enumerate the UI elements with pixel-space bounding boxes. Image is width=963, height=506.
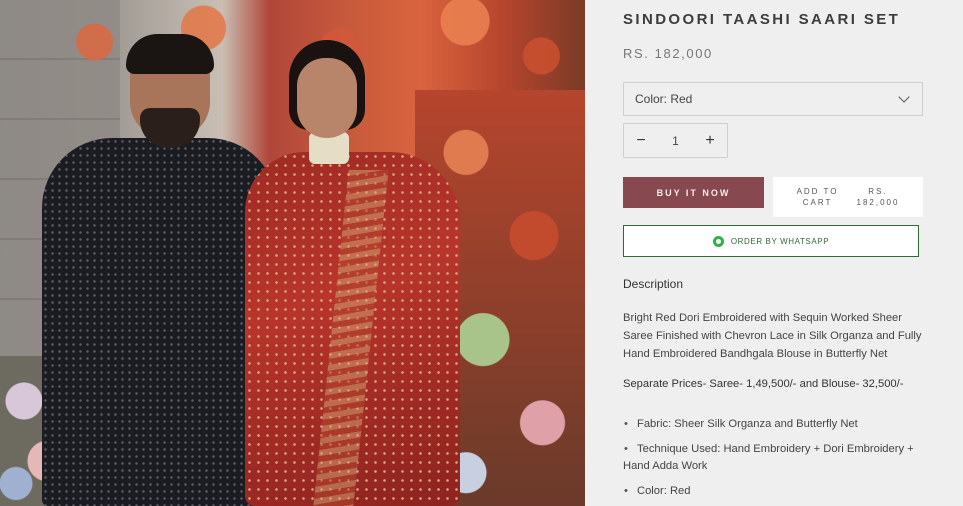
quantity-increase-button[interactable]: + [693,124,727,157]
chevron-down-icon [898,91,910,103]
add-to-cart-price: RS. 182,000 [857,186,900,208]
add-to-cart-label-line2: CART [802,198,833,207]
whatsapp-button-label: ORDER BY WHATSAPP [730,236,830,246]
list-item: Technique Used: Hand Embroidery + Dori E… [623,441,923,475]
quantity-value[interactable]: 1 [672,134,679,148]
whatsapp-icon [712,235,724,247]
add-to-cart-button[interactable]: ADD TO CART RS. 182,000 [773,177,923,217]
product-price: RS. 182,000 [623,46,713,61]
add-to-cart-label: ADD TO CART [797,186,839,208]
add-to-cart-price-line2: 182,000 [856,198,900,207]
color-variant-label: Color: Red [635,92,693,106]
color-variant-select[interactable]: Color: Red [623,82,923,116]
product-title: SINDOORI TAASHI SAARI SET [623,11,901,28]
list-item: Fabric: Sheer Silk Organza and Butterfly… [623,416,923,433]
separate-prices-text: Separate Prices- Saree- 1,49,500/- and B… [623,378,904,390]
order-by-whatsapp-button[interactable]: ORDER BY WHATSAPP [623,225,919,257]
quantity-stepper: − 1 + [623,123,728,158]
description-heading: Description [623,277,684,291]
image-model-woman [245,40,460,506]
add-to-cart-label-line1: ADD TO [796,187,839,196]
quantity-decrease-button[interactable]: − [624,124,658,157]
product-image[interactable] [0,0,585,506]
description-text: Bright Red Dori Embroidered with Sequin … [623,312,922,360]
add-to-cart-price-line1: RS. [868,187,888,196]
list-item: Color: Red [623,483,923,500]
buy-it-now-button[interactable]: BUY IT NOW [623,177,764,208]
image-model-man [42,34,278,506]
product-details-panel: SINDOORI TAASHI SAARI SET RS. 182,000 Co… [585,0,963,506]
product-attributes-list: Fabric: Sheer Silk Organza and Butterfly… [623,416,923,506]
